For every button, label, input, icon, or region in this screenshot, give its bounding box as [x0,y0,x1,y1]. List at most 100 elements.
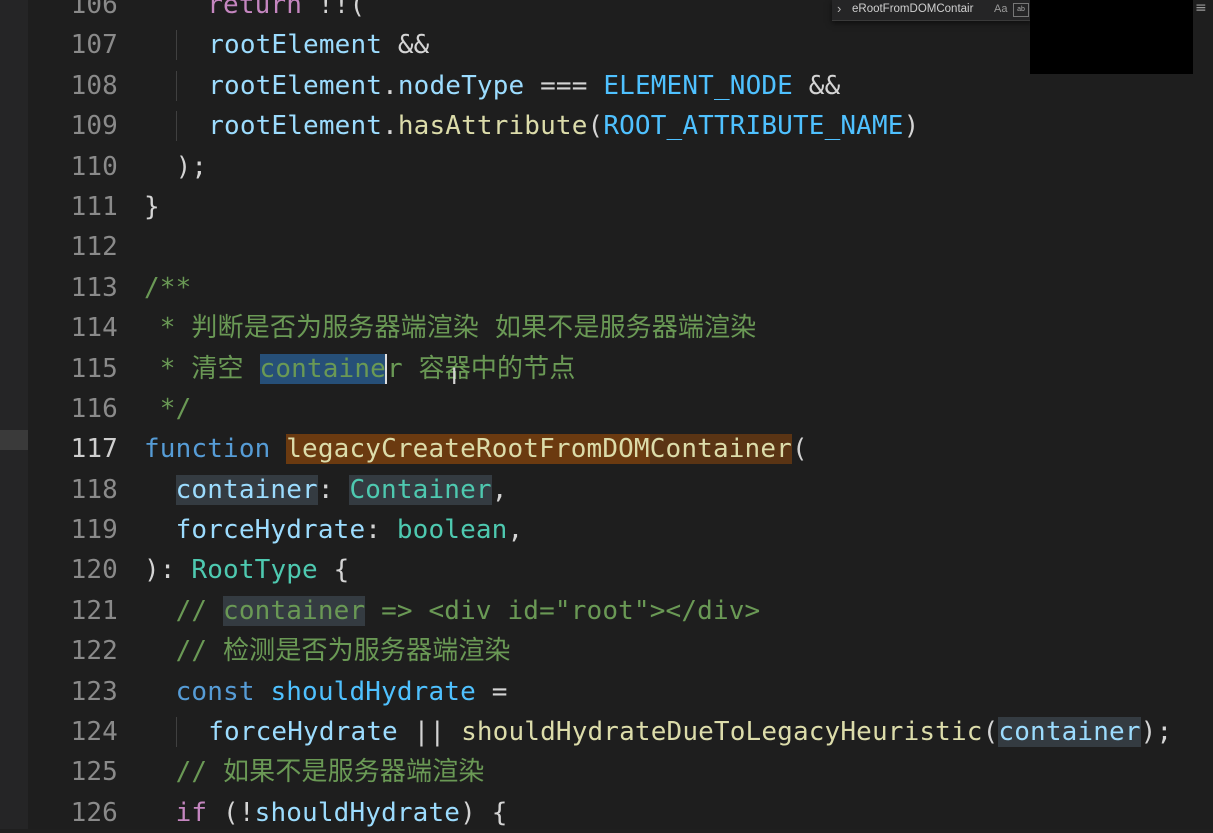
code-token [175,70,209,101]
code-line[interactable]: 109 rootElement.hasAttribute(ROOT_ATTRIB… [28,106,1213,146]
code-token: forceHydrate [208,717,398,748]
code-token [175,717,209,748]
line-number: 106 [70,0,118,20]
line-number: 124 [70,717,118,748]
code-line[interactable]: 110 ); [28,147,1213,187]
code-line[interactable]: 117 function legacyCreateRootFromDOMConta… [28,429,1213,469]
code-text: forceHydrate: boolean, [144,510,524,550]
code-token: = [475,676,508,707]
code-text: if (!shouldHydrate) { [144,793,508,833]
code-text: // 检测是否为服务器端渲染 [144,631,511,671]
code-token: hasAttribute [397,111,588,142]
line-number: 122 [70,636,118,667]
code-line[interactable]: 116 */ [28,389,1213,429]
active-line-marker [0,430,28,450]
code-text: // 如果不是服务器端渲染 [144,752,485,792]
code-line[interactable]: 124 forceHydrate || shouldHydrateDueToLe… [28,712,1213,752]
find-input[interactable]: eRootFromDOMContair [852,3,992,15]
code-line[interactable]: 121 // container => <div id="root"></div… [28,591,1213,631]
code-token: shouldHydrateDueToLegacyHeuristic [461,717,983,748]
code-token: (! [207,797,255,828]
highlighted-token: legacyCreateRootFromDOM [286,434,650,465]
line-number: 123 [70,676,118,707]
code-token: r [386,353,403,384]
code-line[interactable]: 119 forceHydrate: boolean, [28,510,1213,550]
highlighted-token: container [998,717,1141,748]
code-token: ROOT_ATTRIBUTE_NAME [603,111,904,142]
code-line[interactable]: 118 container: Container, [28,470,1213,510]
code-token: 容器中的节点 [402,353,576,384]
code-token: * 清空 [144,353,260,384]
code-token: , [507,515,524,546]
text-cursor-icon: I [451,365,458,390]
whole-word-toggle[interactable]: ab [1013,3,1029,17]
code-token: ); [1140,717,1173,748]
code-line[interactable]: 114 * 判断是否为服务器端渲染 如果不是服务器端渲染 [28,308,1213,348]
activity-bar [0,0,28,829]
menu-icon[interactable]: ≡ [1195,0,1207,16]
code-line[interactable]: 115 * 清空 container 容器中的节点 [28,349,1213,389]
code-text: return !!( [144,0,365,25]
code-token: rootElement [208,30,383,61]
code-line[interactable]: 123 const shouldHydrate = [28,672,1213,712]
line-number: 108 [70,70,118,101]
match-case-toggle[interactable]: Aa [994,3,1007,15]
code-line[interactable]: 126 if (!shouldHydrate) { [28,793,1213,833]
code-line[interactable]: 111} [28,187,1213,227]
code-token: !!( [302,0,366,20]
code-line[interactable]: 120): RootType { [28,550,1213,590]
line-number: 107 [70,30,118,61]
line-number: 121 [70,595,118,626]
code-text: function legacyCreateRootFromDOMContaine… [144,429,808,469]
line-number: 115 [70,353,118,384]
code-token: ) { [460,797,508,828]
code-token: // 检测是否为服务器端渲染 [175,636,511,667]
chevron-right-icon[interactable]: › [837,1,841,16]
code-token: ( [587,111,604,142]
line-number: 111 [70,191,118,222]
code-token: : [317,474,350,505]
code-token: shouldHydrate [270,676,476,707]
highlighted-token: Container [349,474,492,505]
find-widget[interactable]: › eRootFromDOMContair Aa ab [832,0,1032,21]
code-token: // [175,595,224,626]
code-line[interactable]: 112 [28,227,1213,267]
code-text: /** [144,268,191,308]
code-line[interactable]: 125 // 如果不是服务器端渲染 [28,752,1213,792]
line-number: 113 [70,272,118,303]
code-text: const shouldHydrate = [144,672,508,712]
line-number: 117 [70,434,118,465]
code-token: ); [144,151,208,182]
code-token: , [491,474,508,505]
code-token: /** [144,272,192,303]
code-text: * 判断是否为服务器端渲染 如果不是服务器端渲染 [144,308,756,348]
code-line[interactable]: 113 /** [28,268,1213,308]
code-text: rootElement && [144,25,429,65]
code-token: ): [144,555,192,586]
code-token: rootElement [208,70,383,101]
line-number: 116 [70,393,118,424]
code-editor[interactable]: 106 return !!( 107 rootElement && 108 root… [28,0,1213,829]
code-line[interactable]: 122 // 检测是否为服务器端渲染 [28,631,1213,671]
code-area[interactable]: 106 return !!( 107 rootElement && 108 root… [28,0,1213,833]
code-token: */ [144,393,192,424]
code-token: } [144,191,160,222]
code-token: && [792,70,841,101]
code-token: function [144,434,271,465]
code-token: && [382,30,430,61]
code-text: container: Container, [144,470,508,510]
highlighted-token: container [175,474,318,505]
code-text: rootElement.nodeType === ELEMENT_NODE && [144,66,840,106]
code-token: ( [791,434,808,465]
line-number: 119 [70,515,118,546]
code-token: : [365,515,397,546]
code-token: . [382,111,398,142]
